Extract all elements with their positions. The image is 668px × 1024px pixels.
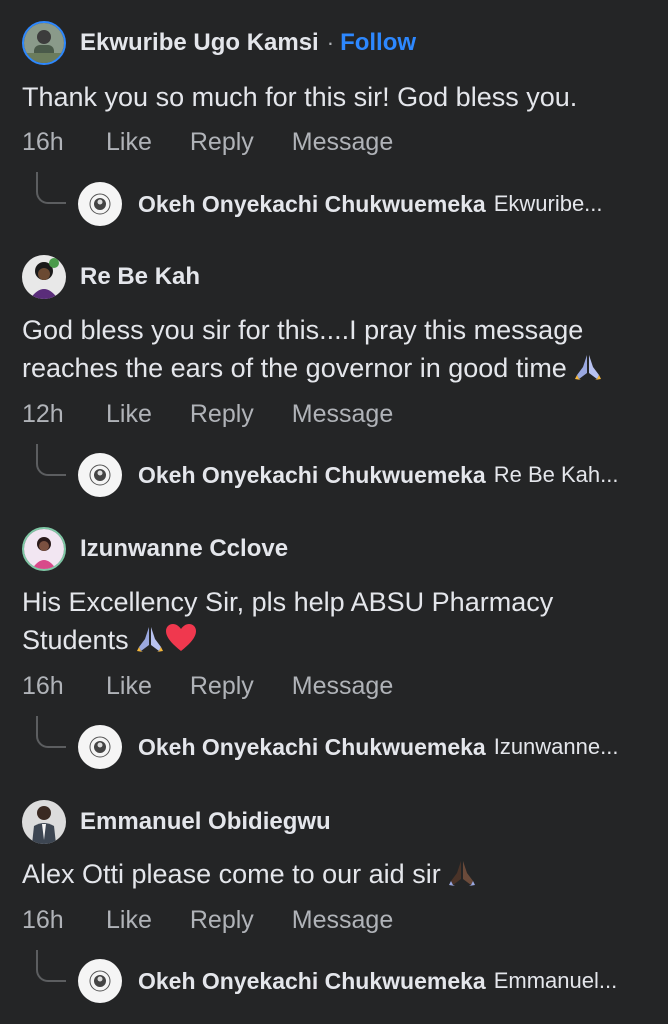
reply-avatar [78,453,122,497]
comment-text-line: reaches the ears of the governor in good… [22,353,567,383]
reply-preview-row[interactable]: Okeh Onyekachi Chukwuemeka Re Be Kah... [78,452,618,498]
author-line: Re Be Kah [80,255,200,299]
comment-actions: 16h Like Reply Message [22,902,393,938]
comment-timestamp[interactable]: 16h [22,672,106,701]
reply-avatar [78,182,122,226]
reply-button[interactable]: Reply [190,906,254,935]
reply-author-name: Okeh Onyekachi Chukwuemeka [138,190,486,217]
reply-preview-text: Re Be Kah... [493,462,619,487]
seal-logo-icon [89,193,111,215]
folded-hands-icon [573,353,603,391]
author-line: Izunwanne Cclove [80,527,288,571]
like-button[interactable]: Like [106,672,152,701]
message-button[interactable]: Message [292,906,393,935]
comment-text-line-wrap: Students [22,621,662,663]
reply-preview-row[interactable]: Okeh Onyekachi Chukwuemeka Ekwuribe... [78,181,603,227]
avatar[interactable] [22,21,66,65]
reply-connector-line [36,716,66,748]
like-button[interactable]: Like [106,128,152,157]
message-button[interactable]: Message [292,400,393,429]
comment-timestamp[interactable]: 12h [22,400,106,429]
follow-button[interactable]: Follow [340,29,416,57]
reply-connector-line [36,172,66,204]
comment-actions: 16h Like Reply Message [22,668,393,704]
message-button[interactable]: Message [292,128,393,157]
reply-connector-line [36,444,66,476]
comment-text: God bless you sir for this....I pray thi… [22,311,662,391]
comment-actions: 12h Like Reply Message [22,396,393,432]
author-name[interactable]: Ekwuribe Ugo Kamsi [80,29,319,57]
comment-text-line: His Excellency Sir, pls help ABSU Pharma… [22,587,554,617]
folded-hands-dark-icon [447,859,477,897]
comment-timestamp[interactable]: 16h [22,906,106,935]
seal-logo-icon [89,970,111,992]
message-button[interactable]: Message [292,672,393,701]
comment-timestamp[interactable]: 16h [22,128,106,157]
author-line: Ekwuribe Ugo Kamsi · Follow [80,21,416,65]
comment-actions: 16h Like Reply Message [22,124,393,160]
reply-preview-row[interactable]: Okeh Onyekachi Chukwuemeka Izunwanne... [78,724,618,770]
comment-text-line: Students [22,625,129,655]
like-button[interactable]: Like [106,906,152,935]
author-name[interactable]: Izunwanne Cclove [80,535,288,563]
follow-separator: · [326,30,335,55]
avatar[interactable] [22,527,66,571]
avatar[interactable] [22,255,66,299]
comment-text-line-wrap: reaches the ears of the governor in good… [22,349,662,391]
author-name[interactable]: Emmanuel Obidiegwu [80,808,331,836]
reply-avatar [78,725,122,769]
reply-preview-row[interactable]: Okeh Onyekachi Chukwuemeka Emmanuel... [78,958,617,1004]
reply-avatar [78,959,122,1003]
author-name[interactable]: Re Be Kah [80,263,200,291]
reply-button[interactable]: Reply [190,672,254,701]
comment-text-line: God bless you sir for this....I pray thi… [22,315,584,345]
author-line: Emmanuel Obidiegwu [80,800,331,844]
comment-text: Alex Otti please come to our aid sir [22,855,662,897]
reply-author-name: Okeh Onyekachi Chukwuemeka [138,733,486,760]
reply-button[interactable]: Reply [190,400,254,429]
reply-preview-text: Ekwuribe... [493,191,603,216]
seal-logo-icon [89,736,111,758]
comment-text: Thank you so much for this sir! God bles… [22,82,578,112]
seal-logo-icon [89,464,111,486]
avatar[interactable] [22,800,66,844]
reply-preview-text: Emmanuel... [493,968,618,993]
like-button[interactable]: Like [106,400,152,429]
comment-text-line: Alex Otti please come to our aid sir [22,859,441,889]
reply-author-name: Okeh Onyekachi Chukwuemeka [138,461,486,488]
reply-preview-text: Izunwanne... [493,734,619,759]
reply-author-name: Okeh Onyekachi Chukwuemeka [138,967,486,994]
reply-connector-line [36,950,66,982]
red-heart-icon [165,623,197,663]
comment-text: His Excellency Sir, pls help ABSU Pharma… [22,583,662,663]
reply-button[interactable]: Reply [190,128,254,157]
folded-hands-icon [135,625,165,663]
